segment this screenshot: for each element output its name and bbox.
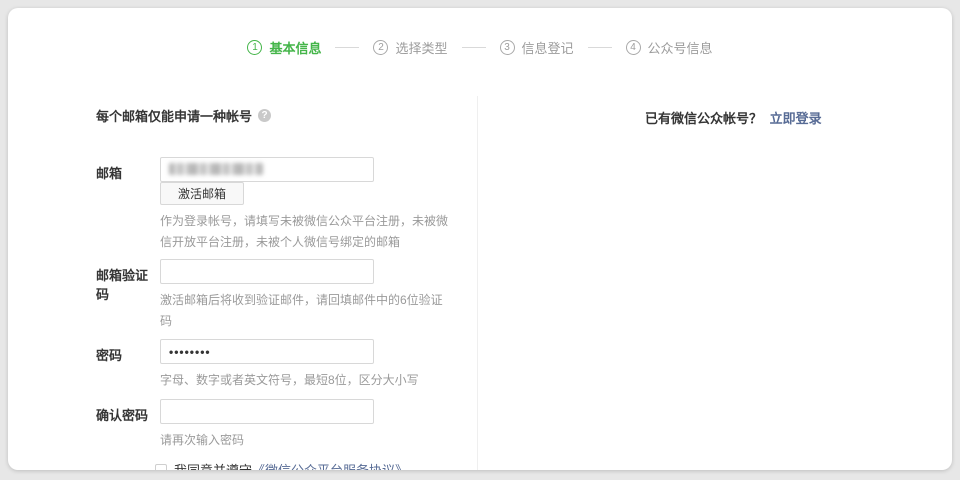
step-1-circle-icon: 1 xyxy=(247,40,262,55)
email-input[interactable] xyxy=(160,157,374,182)
email-code-input[interactable] xyxy=(160,259,374,284)
existing-account-panel: 已有微信公众帐号？ 立即登录 xyxy=(645,108,822,127)
password-row: 密码 字母、数字或者英文符号，最短8位，区分大小写 xyxy=(96,339,376,391)
step-3-circle-icon: 3 xyxy=(500,40,515,55)
step-2-label: 选择类型 xyxy=(395,38,447,57)
agreement-text: 我同意并遵守 xyxy=(174,460,252,470)
step-2-circle-icon: 2 xyxy=(373,40,388,55)
password-helper-text: 字母、数字或者英文符号，最短8位，区分大小写 xyxy=(160,370,452,391)
email-code-row: 邮箱验证码 激活邮箱后将收到验证邮件，请回填邮件中的6位验证码 xyxy=(96,259,376,332)
confirm-password-input[interactable] xyxy=(160,399,374,424)
step-choose-type: 2 选择类型 xyxy=(373,38,447,57)
vertical-divider xyxy=(477,96,478,470)
confirm-password-row: 确认密码 请再次输入密码 xyxy=(96,399,376,451)
email-helper-text: 作为登录帐号，请填写未被微信公众平台注册，未被微信开放平台注册，未被个人微信号绑… xyxy=(160,211,452,253)
form-header-text: 每个邮箱仅能申请一种帐号 xyxy=(96,106,252,125)
step-connector xyxy=(588,47,612,48)
email-code-helper-text: 激活邮箱后将收到验证邮件，请回填邮件中的6位验证码 xyxy=(160,290,452,332)
form-header: 每个邮箱仅能申请一种帐号 ? xyxy=(96,106,271,125)
stepper: 1 基本信息 2 选择类型 3 信息登记 4 公众号信息 xyxy=(8,38,952,57)
step-connector xyxy=(335,47,359,48)
help-question-icon[interactable]: ? xyxy=(258,109,271,122)
step-basic-info: 1 基本信息 xyxy=(247,38,321,57)
email-row: 邮箱 激活邮箱 作为登录帐号，请填写未被微信公众平台注册，未被微信开放平台注册，… xyxy=(96,157,376,253)
step-1-label: 基本信息 xyxy=(269,38,321,57)
password-label: 密码 xyxy=(96,339,160,391)
step-info-register: 3 信息登记 xyxy=(500,38,574,57)
step-account-info: 4 公众号信息 xyxy=(626,38,713,57)
confirm-password-helper-text: 请再次输入密码 xyxy=(160,430,452,451)
agreement-checkbox[interactable] xyxy=(155,464,167,471)
service-agreement-link[interactable]: 《微信公众平台服务协议》 xyxy=(252,460,408,470)
step-4-label: 公众号信息 xyxy=(648,38,713,57)
activate-email-button[interactable]: 激活邮箱 xyxy=(160,182,244,205)
password-input[interactable] xyxy=(160,339,374,364)
login-now-link[interactable]: 立即登录 xyxy=(770,111,822,126)
step-4-circle-icon: 4 xyxy=(626,40,641,55)
agreement-row: 我同意并遵守 《微信公众平台服务协议》 xyxy=(155,460,408,470)
email-label: 邮箱 xyxy=(96,157,160,253)
step-connector xyxy=(462,47,486,48)
register-card: 1 基本信息 2 选择类型 3 信息登记 4 公众号信息 每个邮箱仅能申请一种帐… xyxy=(8,8,952,470)
step-3-label: 信息登记 xyxy=(522,38,574,57)
confirm-password-label: 确认密码 xyxy=(96,399,160,451)
existing-account-text: 已有微信公众帐号？ xyxy=(645,111,762,126)
email-code-label: 邮箱验证码 xyxy=(96,259,160,332)
